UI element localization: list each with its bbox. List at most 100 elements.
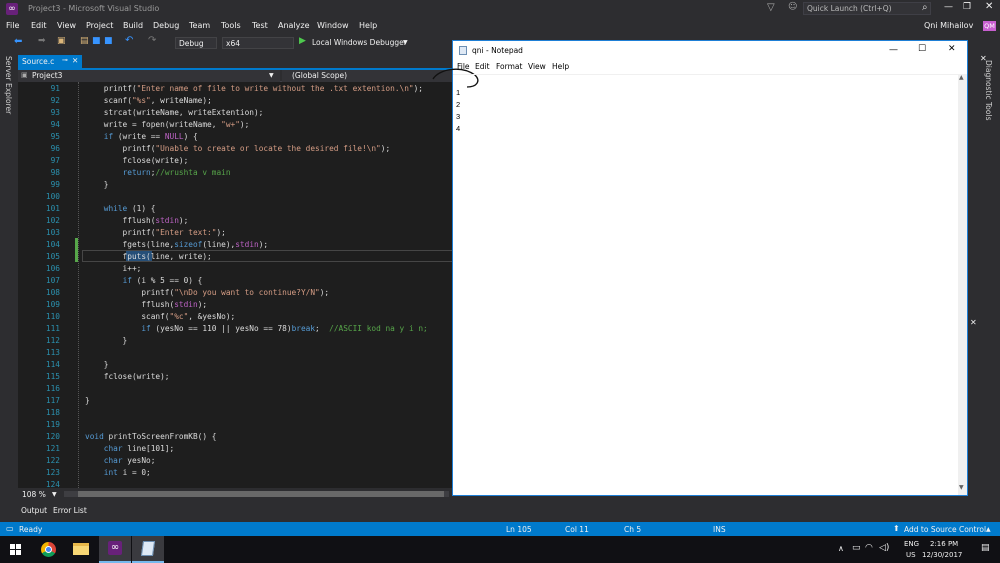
menu-tools[interactable]: Tools (221, 21, 241, 30)
region-code[interactable]: US (906, 551, 916, 559)
tab-pin-icon[interactable]: ⊸ (62, 56, 68, 64)
feedback-icon[interactable]: ☺ (788, 2, 797, 12)
code-line[interactable]: 95 if (write == NULL) { (18, 132, 453, 144)
code-line[interactable]: 102 fflush(stdin); (18, 216, 453, 228)
code-line[interactable]: 103 printf("Enter text:"); (18, 228, 453, 240)
menu-view[interactable]: View (57, 21, 76, 30)
zoom-dropdown-icon[interactable]: ▼ (52, 491, 57, 498)
code-line[interactable]: 114 } (18, 360, 453, 372)
user-name[interactable]: Qni Mihailov (924, 21, 973, 30)
notepad-maximize-button[interactable]: ☐ (918, 44, 926, 54)
horizontal-scroll-thumb[interactable] (78, 491, 444, 497)
code-line[interactable]: 101 while (1) { (18, 204, 453, 216)
code-line[interactable]: 108 printf("\nDo you want to continue?Y/… (18, 288, 453, 300)
notepad-menu-format[interactable]: Format (496, 62, 522, 71)
volume-icon[interactable]: ◁) (879, 543, 889, 553)
clock-time[interactable]: 2:16 PM (930, 540, 958, 548)
windows-start-button[interactable] (10, 544, 21, 555)
save-all-icon[interactable]: ■ (104, 36, 113, 46)
code-line[interactable]: 106 i++; (18, 264, 453, 276)
menu-help[interactable]: Help (359, 21, 377, 30)
code-line[interactable]: 115 fclose(write); (18, 372, 453, 384)
quick-launch-input[interactable]: Quick Launch (Ctrl+Q) (803, 2, 931, 15)
show-hidden-icons[interactable]: ∧ (838, 544, 844, 553)
code-line[interactable]: 97 fclose(write); (18, 156, 453, 168)
code-line[interactable]: 104 fgets(line,sizeof(line),stdin); (18, 240, 453, 252)
menu-edit[interactable]: Edit (31, 21, 47, 30)
minimize-button[interactable]: — (944, 2, 953, 12)
horizontal-scrollbar[interactable] (64, 491, 449, 497)
notepad-minimize-button[interactable]: — (889, 45, 898, 55)
notepad-vertical-scrollbar[interactable]: ▲ ▼ (958, 74, 967, 495)
code-line[interactable]: 116 (18, 384, 453, 396)
code-line[interactable]: 111 if (yesNo == 110 || yesNo == 78)brea… (18, 324, 453, 336)
start-debugging-button[interactable]: Local Windows Debugger (312, 38, 407, 47)
code-line[interactable]: 110 scanf("%c", &yesNo); (18, 312, 453, 324)
scroll-down-icon[interactable]: ▼ (959, 484, 964, 491)
code-line[interactable]: 92 scanf("%s", writeName); (18, 96, 453, 108)
tab-error-list[interactable]: Error List (53, 506, 87, 515)
diagnostic-tools-tab[interactable]: Diagnostic Tools (984, 60, 993, 120)
code-line[interactable]: 93 strcat(writeName, writeExtention); (18, 108, 453, 120)
notepad-menu-help[interactable]: Help (552, 62, 569, 71)
code-line[interactable]: 99 } (18, 180, 453, 192)
code-line[interactable]: 96 printf("Unable to create or locate th… (18, 144, 453, 156)
language-code[interactable]: ENG (904, 540, 919, 548)
maximize-button[interactable]: ❐ (963, 2, 971, 12)
notepad-window[interactable]: qni - Notepad — ☐ ✕ File Edit Format Vie… (432, 40, 968, 496)
code-line[interactable]: 109 fflush(stdin); (18, 300, 453, 312)
notepad-text-area[interactable]: 1 2 3 4 (453, 74, 958, 495)
run-dropdown-icon[interactable]: ▼ (403, 39, 408, 46)
search-icon[interactable]: ⌕ (922, 2, 928, 13)
save-icon[interactable]: ■ (92, 36, 101, 46)
code-line[interactable]: 107 if (i % 5 == 0) { (18, 276, 453, 288)
scope-dropdown[interactable]: (Global Scope) (282, 70, 453, 82)
menu-build[interactable]: Build (123, 21, 143, 30)
file-explorer-icon[interactable] (73, 543, 89, 555)
code-line[interactable]: 117} (18, 396, 453, 408)
panel-close-icon-2[interactable]: ✕ (970, 318, 977, 327)
menu-file[interactable]: File (6, 21, 19, 30)
code-line[interactable]: 124 (18, 480, 453, 488)
platform-select[interactable]: x64 (222, 37, 294, 49)
menu-project[interactable]: Project (86, 21, 113, 30)
open-file-icon[interactable]: ▤ (80, 36, 89, 46)
solution-config-select[interactable]: Debug (175, 37, 217, 49)
code-line[interactable]: 98 return;//wrushta v main (18, 168, 453, 180)
undo-icon[interactable]: ↶ (125, 35, 133, 46)
menu-team[interactable]: Team (189, 21, 210, 30)
code-line[interactable]: 123 int i = 0; (18, 468, 453, 480)
code-line[interactable]: 112 } (18, 336, 453, 348)
tab-source-c[interactable]: Source.c ⊸ ✕ (18, 55, 82, 68)
code-line[interactable]: 121 char line[101]; (18, 444, 453, 456)
menu-debug[interactable]: Debug (153, 21, 179, 30)
project-dropdown[interactable]: ▣ Project3 ▼ (18, 70, 280, 82)
code-line[interactable]: 120 void printToScreenFromKB() { (18, 432, 453, 444)
back-icon[interactable]: ⬅ (14, 36, 22, 47)
code-editor[interactable]: 91 printf("Enter name of file to write w… (18, 82, 453, 488)
zoom-level[interactable]: 108 % (22, 490, 46, 499)
close-button[interactable]: ✕ (985, 1, 993, 12)
code-line[interactable]: 94 write = fopen(writeName, "w+"); (18, 120, 453, 132)
scroll-up-icon[interactable]: ▲ (959, 74, 964, 81)
source-control-up-icon[interactable]: ⬆ (893, 524, 900, 533)
code-line[interactable]: 119 (18, 420, 453, 432)
menu-analyze[interactable]: Analyze (278, 21, 310, 30)
code-line[interactable]: 118 (18, 408, 453, 420)
user-avatar[interactable]: QM (983, 21, 996, 31)
start-debugging-icon[interactable]: ▶ (299, 36, 306, 46)
notepad-close-button[interactable]: ✕ (948, 44, 956, 54)
battery-icon[interactable]: ▭ (852, 543, 861, 553)
tab-close-icon[interactable]: ✕ (72, 56, 78, 65)
menu-window[interactable]: Window (317, 21, 349, 30)
forward-icon[interactable]: ➡ (38, 36, 46, 46)
chrome-icon[interactable] (41, 542, 56, 557)
tab-output[interactable]: Output (21, 506, 47, 515)
network-icon[interactable]: ◠ (865, 543, 873, 553)
code-line[interactable]: 91 printf("Enter name of file to write w… (18, 84, 453, 96)
menu-test[interactable]: Test (252, 21, 268, 30)
server-explorer-tab[interactable]: Server Explorer (4, 56, 13, 114)
new-project-icon[interactable]: ▣ (57, 36, 66, 46)
source-control-dropdown-icon[interactable]: ▲ (986, 526, 991, 533)
code-line[interactable]: 113 (18, 348, 453, 360)
